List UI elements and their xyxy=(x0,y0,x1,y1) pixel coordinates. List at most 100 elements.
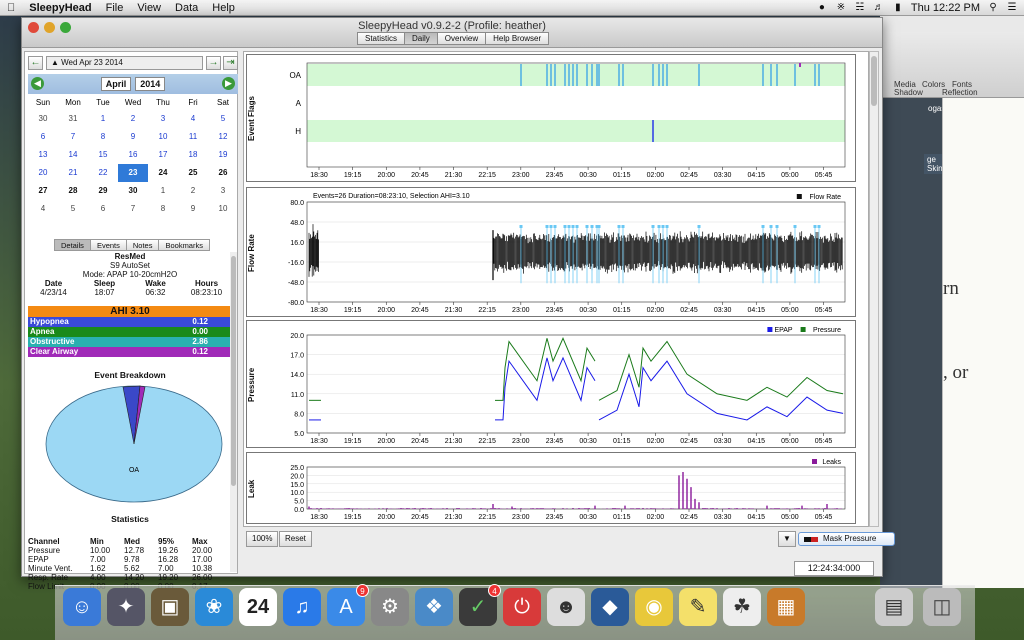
calendar-day[interactable]: 27 xyxy=(28,182,58,200)
calendar-day[interactable]: 4 xyxy=(28,200,58,218)
status-icon[interactable]: ● xyxy=(816,2,828,14)
calendar-icon[interactable]: 24 xyxy=(239,588,277,626)
trash-icon[interactable]: ◫ xyxy=(923,588,961,626)
tab-daily[interactable]: Daily xyxy=(404,32,438,45)
calendar-day[interactable]: 13 xyxy=(28,146,58,164)
date-field[interactable]: ▲ Wed Apr 23 2014 xyxy=(46,55,203,70)
graph-panel-leak[interactable]: Leak 25.0 20.0 15.0 10.0 5.0 0.0 Leaks 18:30 19:1… xyxy=(246,452,856,524)
document-icon[interactable]: ▤ xyxy=(875,588,913,626)
ahi-row[interactable]: Clear Airway 0.12 xyxy=(28,347,232,357)
tab-statistics[interactable]: Statistics xyxy=(357,32,406,45)
calendar-day[interactable]: 10 xyxy=(208,200,238,218)
calendar-day[interactable]: 26 xyxy=(208,164,238,182)
calendar-day[interactable]: 24 xyxy=(148,164,178,182)
menubar-clock[interactable]: Thu 12:22 PM xyxy=(911,2,980,14)
calendar-day[interactable]: 28 xyxy=(58,182,88,200)
lock-app-icon[interactable]: ◆ xyxy=(591,588,629,626)
calendar-day[interactable]: 30 xyxy=(28,110,58,128)
tab-details[interactable]: Details xyxy=(54,239,91,251)
calendar-day[interactable]: 3 xyxy=(148,110,178,128)
calendar-day[interactable]: 14 xyxy=(58,146,88,164)
left-scrollbar[interactable] xyxy=(230,252,237,572)
tab-bookmarks[interactable]: Bookmarks xyxy=(158,239,210,251)
calendar-day[interactable]: 7 xyxy=(58,128,88,146)
stickies-icon[interactable]: ✎ xyxy=(679,588,717,626)
spotlight-icon[interactable]: ⚲ xyxy=(987,2,999,14)
calendar-day[interactable]: 1 xyxy=(148,182,178,200)
calendar-day[interactable]: 9 xyxy=(118,128,148,146)
calendar-day[interactable]: 8 xyxy=(88,128,118,146)
safari-icon[interactable]: ❀ xyxy=(195,588,233,626)
menu-help[interactable]: Help xyxy=(205,2,242,14)
preview-icon[interactable]: ☻ xyxy=(547,588,585,626)
finder-icon[interactable]: ☺ xyxy=(63,588,101,626)
check-app-icon[interactable]: ✓ 4 xyxy=(459,584,501,626)
month-select[interactable]: April xyxy=(100,77,132,91)
ahi-row[interactable]: Apnea 0.00 xyxy=(28,327,232,337)
calendar-day[interactable]: 16 xyxy=(118,146,148,164)
shadow-label[interactable]: Shadow xyxy=(894,88,923,97)
calendar-day[interactable]: 11 xyxy=(178,128,208,146)
next-month-icon[interactable]: ▶ xyxy=(222,77,235,90)
zoom-100-button[interactable]: 100% xyxy=(246,531,279,547)
calendar-day[interactable]: 31 xyxy=(58,110,88,128)
next-day-button[interactable]: → xyxy=(206,55,221,70)
layer-combo[interactable]: Mask Pressure xyxy=(798,532,895,546)
ahi-row[interactable]: Hypopnea 0.12 xyxy=(28,317,232,327)
system-preferences-icon[interactable]: ⚙ xyxy=(371,588,409,626)
calendar-day[interactable]: 2 xyxy=(178,182,208,200)
menu-data[interactable]: Data xyxy=(168,2,205,14)
notification-icon[interactable]: ☰ xyxy=(1006,2,1018,14)
keynote-icon[interactable]: ▦ xyxy=(767,588,805,626)
calendar-day[interactable]: 10 xyxy=(148,128,178,146)
menu-view[interactable]: View xyxy=(130,2,168,14)
launchpad-icon[interactable]: ✦ xyxy=(107,588,145,626)
photos-icon[interactable]: ▣ xyxy=(151,588,189,626)
wifi-icon[interactable]: ☵ xyxy=(854,2,866,14)
calendar-day[interactable]: 30 xyxy=(118,182,148,200)
bird-app-icon[interactable]: ❖ xyxy=(415,588,453,626)
graph-panel-flow-rate[interactable]: Flow Rate 80.0 48.0 16.0 -16.0 -48.0 -80.0 Flow… xyxy=(246,187,856,317)
tab-notes[interactable]: Notes xyxy=(125,239,160,251)
calendar-day[interactable]: 15 xyxy=(88,146,118,164)
calendar-day[interactable]: 5 xyxy=(58,200,88,218)
ahi-row[interactable]: Obstructive 2.86 xyxy=(28,337,232,347)
power-app-icon[interactable]: ⏻ xyxy=(503,588,541,626)
graph-panel-pressure[interactable]: Pressure 20.0 17.0 14.0 11.0 8.0 5.0 Pressure EP… xyxy=(246,320,856,448)
prev-month-icon[interactable]: ◀ xyxy=(31,77,44,90)
calendar-day[interactable]: 17 xyxy=(148,146,178,164)
tab-help-browser[interactable]: Help Browser xyxy=(485,32,550,45)
prev-day-button[interactable]: ← xyxy=(28,55,43,70)
app-menu[interactable]: SleepyHead xyxy=(22,2,98,14)
calendar-day[interactable]: 3 xyxy=(208,182,238,200)
calendar-day[interactable]: 22 xyxy=(88,164,118,182)
calendar-day[interactable]: 5 xyxy=(208,110,238,128)
tab-events[interactable]: Events xyxy=(89,239,127,251)
calendar-day[interactable]: 18 xyxy=(178,146,208,164)
graph-panel-event-flags[interactable]: Event Flags OA A H 18:30 19:15 20:00 20:45 21:30… xyxy=(246,54,856,182)
calendar-day[interactable]: 7 xyxy=(118,200,148,218)
calendar-day[interactable]: 23 xyxy=(118,164,148,182)
calendar-day[interactable]: 6 xyxy=(28,128,58,146)
itunes-icon[interactable]: ♫ xyxy=(283,588,321,626)
tab-overview[interactable]: Overview xyxy=(436,32,487,45)
calendar-day[interactable]: 2 xyxy=(118,110,148,128)
calendar-day[interactable]: 21 xyxy=(58,164,88,182)
bluetooth-icon[interactable]: ※ xyxy=(835,2,847,14)
last-day-button[interactable]: ⇥ xyxy=(223,55,238,70)
calendar-day[interactable]: 6 xyxy=(88,200,118,218)
calendar-day[interactable]: 25 xyxy=(178,164,208,182)
calendar-day[interactable]: 29 xyxy=(88,182,118,200)
reflection-label[interactable]: Reflection xyxy=(942,88,978,97)
calendar-day[interactable]: 1 xyxy=(88,110,118,128)
menu-file[interactable]: File xyxy=(99,2,131,14)
calendar-day[interactable]: 8 xyxy=(148,200,178,218)
volume-icon[interactable]: ♬ xyxy=(873,2,885,14)
year-select[interactable]: 2014 xyxy=(135,77,166,91)
chrome-icon[interactable]: ◉ xyxy=(635,588,673,626)
calendar-day[interactable]: 20 xyxy=(28,164,58,182)
graphs-scrollbar[interactable] xyxy=(869,51,879,527)
reset-button[interactable]: Reset xyxy=(279,531,312,547)
calendar-day[interactable]: 9 xyxy=(178,200,208,218)
layer-menu-icon[interactable]: ▼ xyxy=(778,531,796,547)
